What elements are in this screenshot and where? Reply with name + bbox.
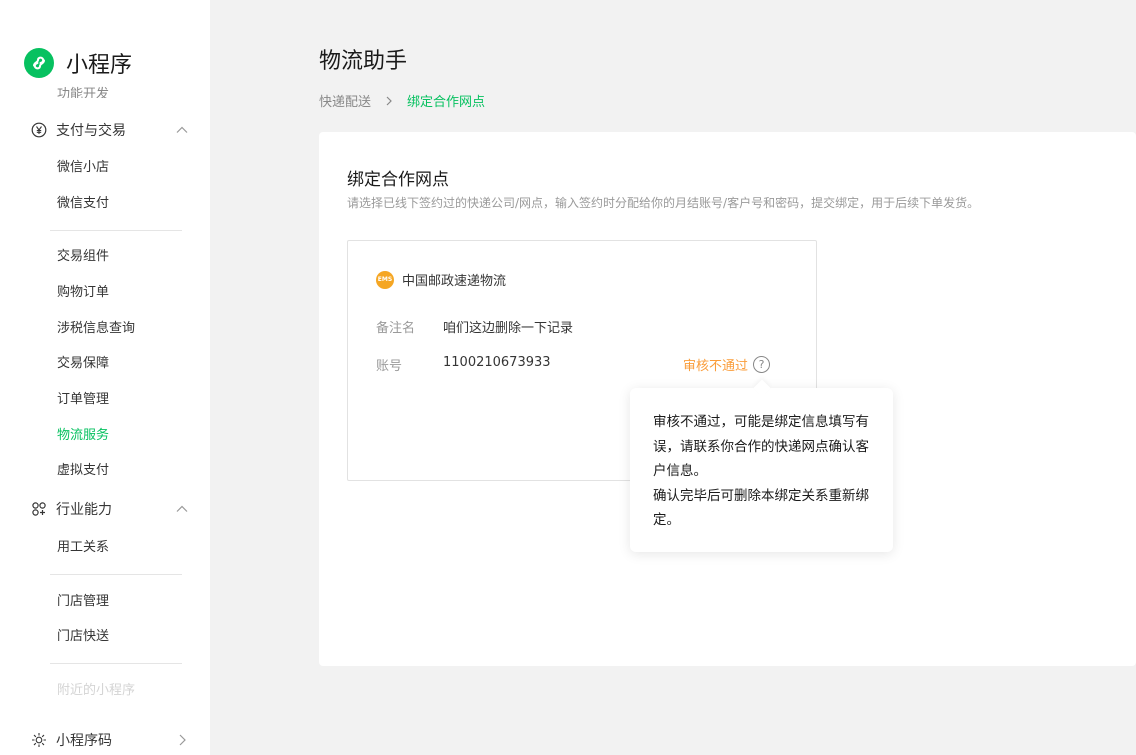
- sidebar-item-store-delivery[interactable]: 门店快送: [57, 627, 109, 647]
- panel-description: 请选择已线下签约过的快递公司/网点，输入签约时分配给你的月结账号/客户号和密码，…: [347, 196, 980, 210]
- sidebar: 小程序 功能开发 支付与交易 微信小店 微信支付 交易组件 购物订单 涉税信息查…: [0, 0, 210, 755]
- sidebar-group-label: 支付与交易: [56, 123, 126, 139]
- miniprogram-logo-icon: [24, 48, 54, 78]
- remark-label: 备注名: [376, 321, 416, 336]
- help-question-icon[interactable]: ?: [753, 356, 771, 373]
- sidebar-item-store-management[interactable]: 门店管理: [57, 592, 109, 612]
- app-logo[interactable]: 小程序: [24, 46, 132, 80]
- sidebar-divider: [50, 230, 182, 231]
- company-name: 中国邮政速递物流: [402, 274, 507, 289]
- status-badge[interactable]: 审核不通过 ?: [683, 355, 771, 374]
- chevron-up-icon[interactable]: [174, 501, 190, 517]
- panel-title: 绑定合作网点: [347, 170, 449, 190]
- breadcrumb-item-current: 绑定合作网点: [407, 95, 486, 110]
- yen-circle-icon: [30, 121, 48, 139]
- sun-icon: [30, 731, 48, 749]
- tooltip-text-2: 确认完毕后可删除本绑定关系重新绑定。: [653, 487, 869, 529]
- company-header: EMS 中国邮政速递物流: [376, 270, 506, 289]
- industry-icon: [30, 500, 48, 518]
- sidebar-item-employment[interactable]: 用工关系: [57, 538, 109, 558]
- breadcrumb-item-delivery[interactable]: 快递配送: [319, 91, 371, 110]
- sidebar-item-logistics[interactable]: 物流服务: [57, 426, 109, 446]
- sidebar-divider: [50, 574, 182, 575]
- account-value: 1100210673933: [443, 355, 551, 370]
- sidebar-group-label: 小程序码: [56, 733, 112, 749]
- sidebar-group-industry[interactable]: 行业能力: [30, 497, 190, 521]
- sidebar-item-cut[interactable]: 功能开发: [57, 82, 109, 98]
- page-title: 物流助手: [319, 49, 408, 74]
- sidebar-item-trade-guarantee[interactable]: 交易保障: [57, 354, 109, 374]
- sidebar-group-payment[interactable]: 支付与交易: [30, 118, 190, 142]
- sidebar-item-tax-query[interactable]: 涉税信息查询: [57, 319, 135, 339]
- sidebar-item-weixin-pay[interactable]: 微信支付: [57, 194, 109, 214]
- sidebar-divider: [50, 663, 182, 664]
- status-text: 审核不通过: [683, 359, 749, 374]
- sidebar-group-label: 行业能力: [56, 502, 112, 518]
- sidebar-item-weixin-store[interactable]: 微信小店: [57, 158, 109, 178]
- chevron-right-icon: [386, 96, 392, 105]
- sidebar-group-qrcode[interactable]: 小程序码: [30, 728, 190, 752]
- tooltip-text-1: 审核不通过，可能是绑定信息填写有误，请联系你合作的快递网点确认客户信息。: [653, 414, 869, 479]
- sidebar-item-virtual-pay[interactable]: 虚拟支付: [57, 461, 109, 481]
- sidebar-item-nearby[interactable]: 附近的小程序: [57, 681, 135, 701]
- account-label: 账号: [376, 359, 403, 374]
- sidebar-item-shopping-orders[interactable]: 购物订单: [57, 283, 109, 303]
- app-name: 小程序: [66, 53, 133, 78]
- sidebar-item-trade-component[interactable]: 交易组件: [57, 247, 109, 267]
- chevron-up-icon[interactable]: [174, 122, 190, 138]
- sidebar-item-order-management[interactable]: 订单管理: [57, 390, 109, 410]
- breadcrumb: 快递配送 绑定合作网点: [319, 91, 485, 110]
- chevron-right-icon[interactable]: [174, 732, 190, 748]
- ems-logo-icon: EMS: [376, 270, 394, 289]
- status-tooltip: 审核不通过，可能是绑定信息填写有误，请联系你合作的快递网点确认客户信息。 确认完…: [630, 388, 893, 552]
- remark-value: 咱们这边删除一下记录: [443, 321, 574, 336]
